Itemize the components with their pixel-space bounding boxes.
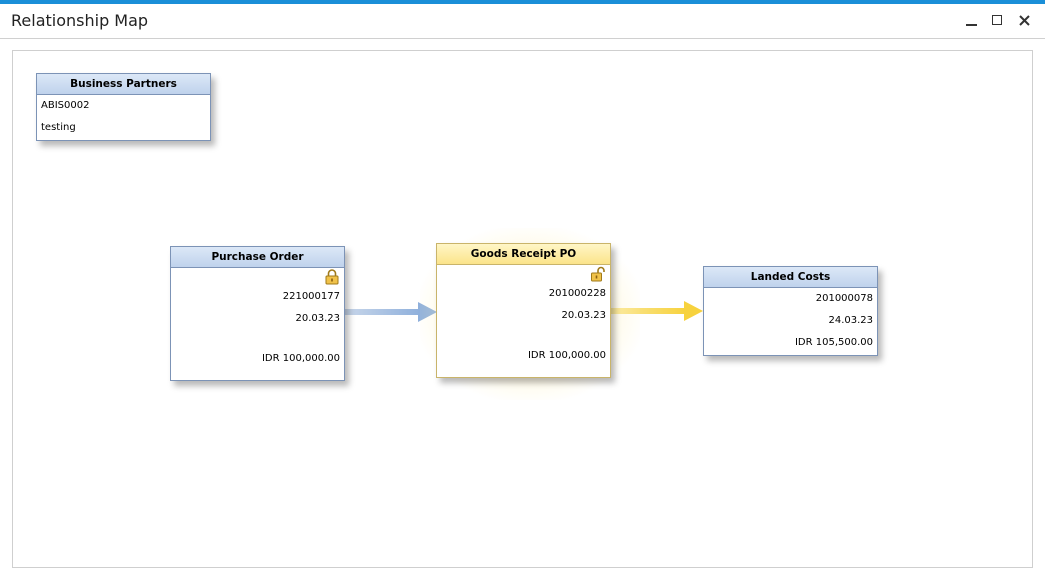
landed-costs-node[interactable]: Landed Costs 201000078 24.03.23 IDR 105,… — [703, 266, 878, 356]
lock-closed-icon — [325, 269, 339, 285]
goods-receipt-icon-row — [437, 265, 610, 283]
goods-receipt-po-header: Goods Receipt PO — [437, 244, 610, 265]
landed-costs-header: Landed Costs — [704, 267, 877, 288]
purchase-order-node[interactable]: Purchase Order 221000177 20.03.23 IDR 10… — [170, 246, 345, 381]
goods-receipt-po-number: 201000228 — [548, 288, 606, 299]
business-partners-header: Business Partners — [37, 74, 210, 95]
purchase-order-header: Purchase Order — [171, 247, 344, 268]
landed-costs-total: IDR 105,500.00 — [794, 337, 873, 348]
business-partner-name: testing — [41, 122, 76, 133]
goods-receipt-po-date: 20.03.23 — [561, 310, 606, 321]
landed-costs-date: 24.03.23 — [828, 315, 873, 326]
purchase-order-icon-row — [171, 268, 344, 286]
goods-receipt-po-total: IDR 100,000.00 — [527, 350, 606, 361]
goods-receipt-po-node[interactable]: Goods Receipt PO 201000228 20.03.23 IDR … — [436, 243, 611, 378]
purchase-order-spacer — [171, 330, 344, 348]
purchase-order-total: IDR 100,000.00 — [261, 353, 340, 364]
landed-costs-number: 201000078 — [815, 293, 873, 304]
purchase-order-number: 221000177 — [282, 291, 340, 302]
lock-open-icon — [591, 266, 605, 282]
business-partner-code: ABIS0002 — [41, 100, 90, 111]
goods-receipt-po-spacer — [437, 327, 610, 345]
purchase-order-date: 20.03.23 — [295, 313, 340, 324]
business-partners-node[interactable]: Business Partners ABIS0002 testing — [36, 73, 211, 141]
